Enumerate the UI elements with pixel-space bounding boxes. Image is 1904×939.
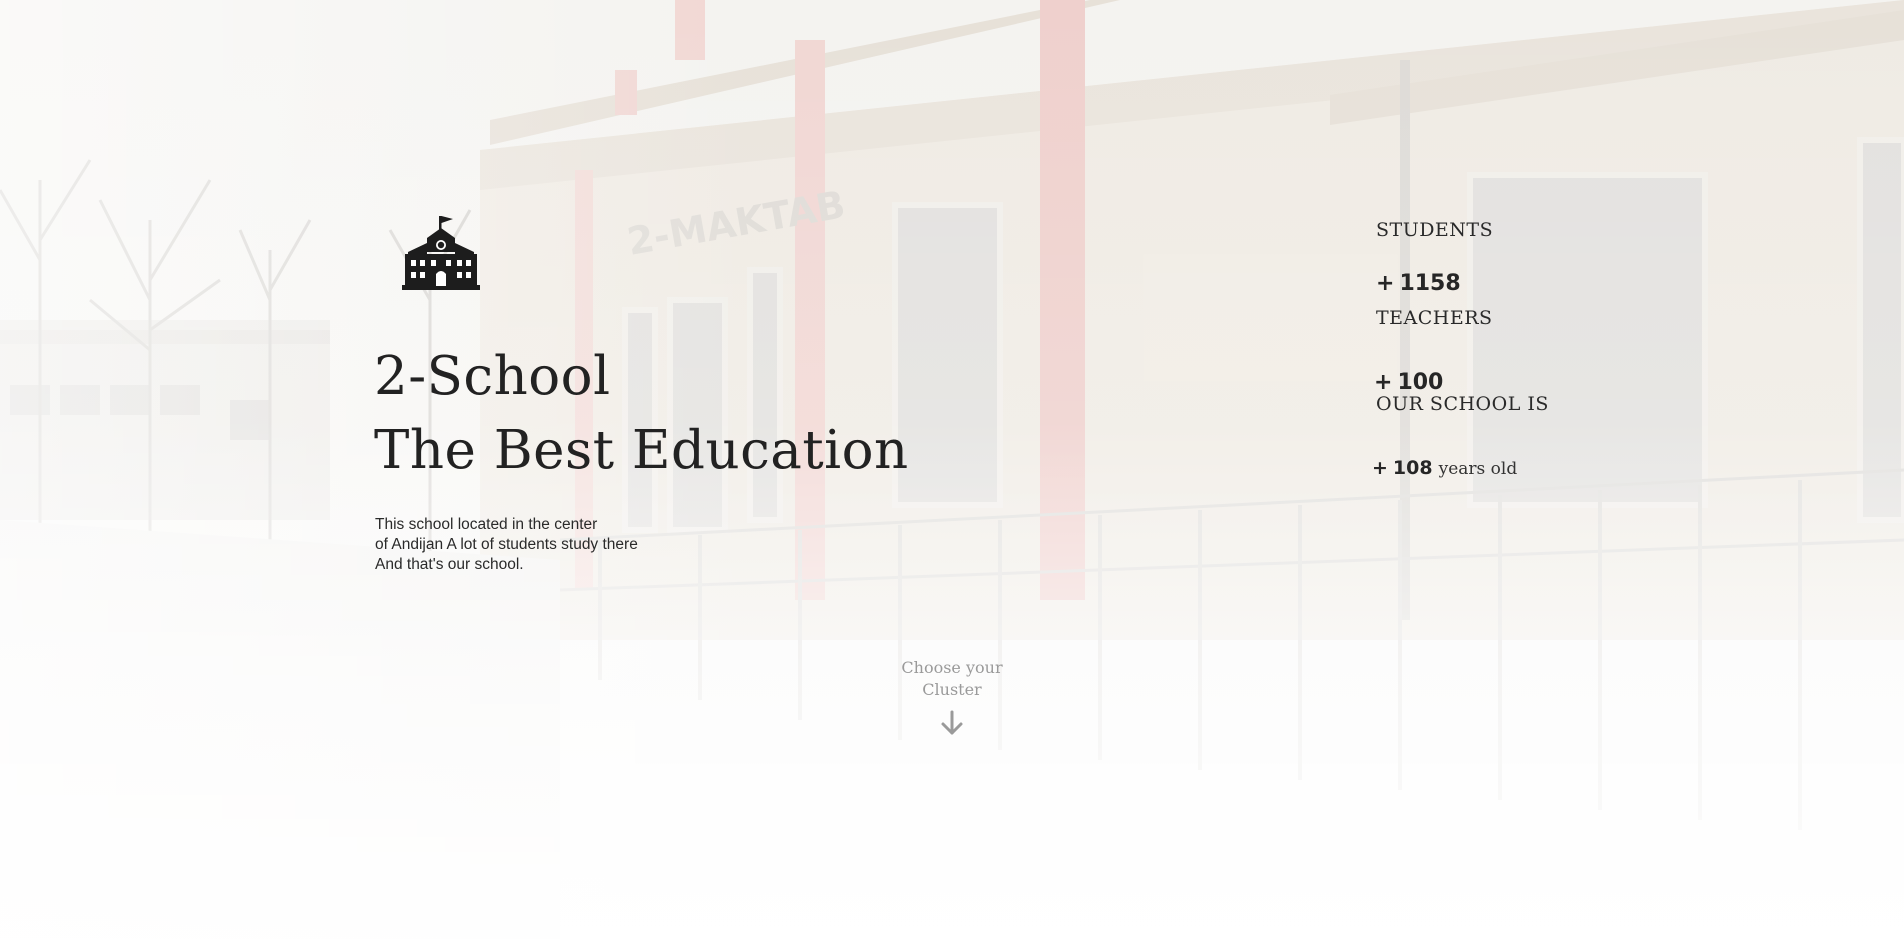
- students-value: 1158: [1399, 271, 1461, 296]
- school-building-icon: [402, 216, 480, 290]
- teachers-label: TEACHERS: [1376, 307, 1493, 329]
- students-label: STUDENTS: [1376, 219, 1494, 241]
- teachers-count: +100: [1374, 370, 1443, 395]
- hero-content: 2-School The Best Education This school …: [0, 0, 1904, 939]
- hero-title-line2: The Best Education: [374, 420, 909, 481]
- school-age-label: OUR SCHOOL IS: [1376, 393, 1549, 415]
- choose-cluster-line1: Choose your: [901, 658, 1003, 677]
- hero-description-line2: of Andijan A lot of students study there: [375, 536, 638, 553]
- school-age-value: 108: [1392, 457, 1433, 479]
- teachers-value: 100: [1397, 370, 1444, 395]
- school-age-plus: +: [1372, 457, 1388, 479]
- hero-title-line1: 2-School: [374, 346, 611, 407]
- choose-cluster-line2: Cluster: [922, 680, 982, 699]
- students-count: +1158: [1376, 271, 1461, 296]
- students-plus: +: [1376, 271, 1395, 296]
- hero-description-line3: And that's our school.: [375, 556, 524, 573]
- arrow-down-icon[interactable]: [940, 710, 964, 736]
- hero-description-line1: This school located in the center: [375, 516, 598, 533]
- school-age-suffix: years old: [1438, 459, 1518, 479]
- hero-section: 2-MAKTAB: [0, 0, 1904, 939]
- teachers-plus: +: [1374, 370, 1393, 395]
- school-age-count: +108 years old: [1372, 457, 1517, 479]
- hero-description: This school located in the center of And…: [375, 515, 638, 575]
- choose-cluster-link[interactable]: Choose your Cluster: [852, 657, 1052, 736]
- hero-title: 2-School The Best Education: [374, 340, 909, 488]
